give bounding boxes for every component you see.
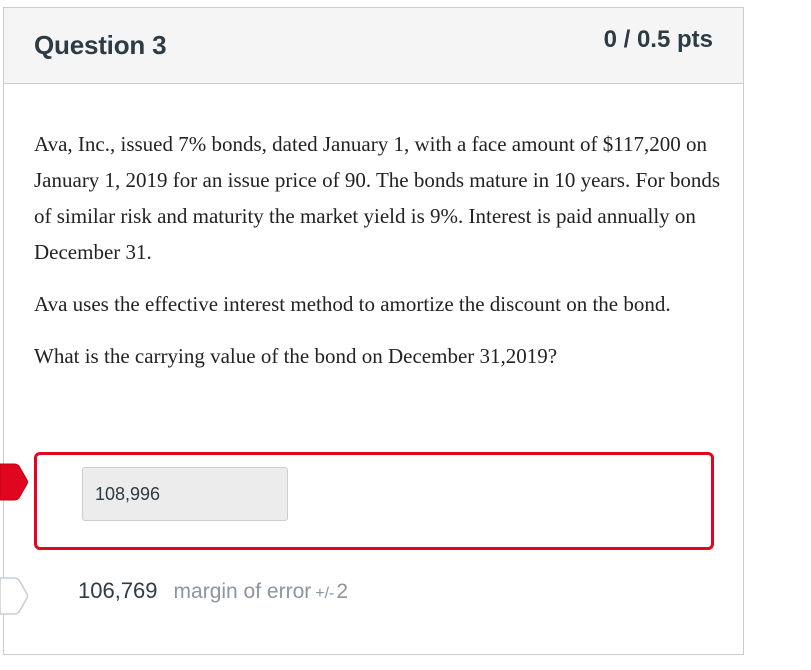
correct-answer-row: 106,769 margin of error +/-2 <box>78 578 348 604</box>
question-text: Ava, Inc., issued 7% bonds, dated Januar… <box>34 126 724 390</box>
question-paragraph: Ava, Inc., issued 7% bonds, dated Januar… <box>34 132 721 264</box>
margin-of-error-value: 2 <box>336 580 349 603</box>
margin-of-error-label: margin of error <box>173 580 312 603</box>
wrong-answer-arrow-icon <box>0 463 28 501</box>
question-points: 0 / 0.5 pts <box>603 26 713 53</box>
question-title: Question 3 <box>34 30 167 60</box>
question-paragraph: What is the carrying value of the bond o… <box>34 344 558 368</box>
correct-answer-value: 106,769 <box>78 578 158 603</box>
user-answer-box: 108,996 <box>34 452 714 550</box>
margin-of-error-sign: +/- <box>315 585 335 602</box>
question-header: Question 3 0 / 0.5 pts <box>4 8 743 84</box>
correct-answer-arrow-icon <box>0 577 28 615</box>
question-paragraph: Ava uses the effective interest method t… <box>34 292 671 316</box>
user-answer-field[interactable]: 108,996 <box>82 467 288 521</box>
question-card: Question 3 0 / 0.5 pts Ava, Inc., issued… <box>3 7 744 655</box>
